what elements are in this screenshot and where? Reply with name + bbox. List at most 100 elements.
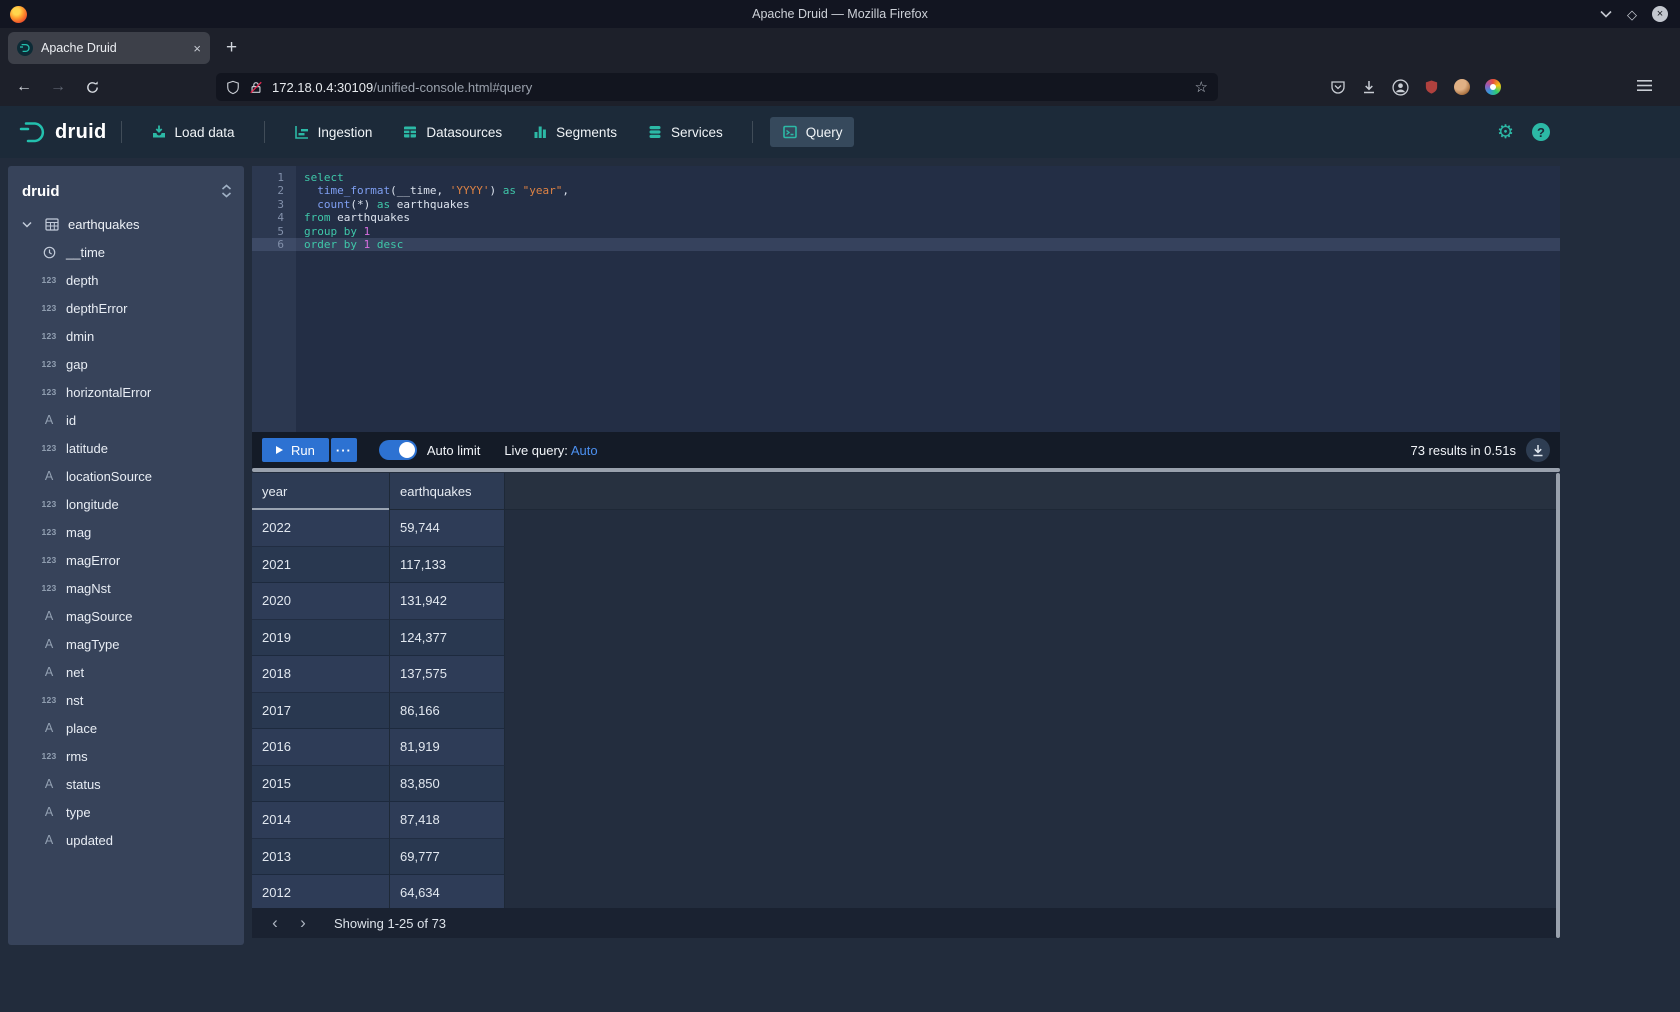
string-column-icon: A: [40, 637, 58, 651]
cell-year[interactable]: 2022: [252, 510, 390, 547]
sidebar-column-rms[interactable]: 123rms: [8, 742, 244, 770]
cell-earthquakes[interactable]: 137,575: [390, 656, 505, 693]
forward-button[interactable]: →: [42, 68, 74, 106]
cell-earthquakes[interactable]: 83,850: [390, 766, 505, 803]
sidebar-column-__time[interactable]: __time: [8, 238, 244, 266]
cell-year[interactable]: 2016: [252, 729, 390, 766]
cell-year[interactable]: 2019: [252, 620, 390, 657]
sidebar-column-magType[interactable]: AmagType: [8, 630, 244, 658]
console-content: druid earthquakes __time123depth123depth…: [0, 158, 1680, 1012]
cell-year[interactable]: 2021: [252, 547, 390, 584]
extension-pinwheel-icon[interactable]: [1485, 79, 1501, 95]
sidebar-datasource-earthquakes[interactable]: earthquakes: [8, 210, 244, 238]
cell-year[interactable]: 2020: [252, 583, 390, 620]
run-more-button[interactable]: ···: [331, 438, 357, 462]
column-header-year[interactable]: year: [252, 473, 390, 509]
sidebar-column-magError[interactable]: 123magError: [8, 546, 244, 574]
settings-gear-icon[interactable]: ⚙: [1497, 123, 1514, 142]
run-button[interactable]: Run: [262, 438, 329, 462]
sidebar-column-depth[interactable]: 123depth: [8, 266, 244, 294]
druid-logo[interactable]: druid: [18, 120, 107, 144]
sidebar-column-status[interactable]: Astatus: [8, 770, 244, 798]
nav-services[interactable]: Services: [635, 117, 735, 147]
sidebar-column-locationSource[interactable]: AlocationSource: [8, 462, 244, 490]
cell-earthquakes[interactable]: 59,744: [390, 510, 505, 547]
nav-label: Query: [806, 125, 843, 140]
sidebar-column-magNst[interactable]: 123magNst: [8, 574, 244, 602]
sidebar-column-updated[interactable]: Aupdated: [8, 826, 244, 854]
previous-page-button[interactable]: ‹: [262, 911, 288, 935]
tab-title: Apache Druid: [41, 41, 117, 55]
new-tab-button[interactable]: +: [226, 37, 237, 59]
window-close-button[interactable]: ×: [1652, 6, 1668, 22]
auto-limit-toggle[interactable]: [379, 440, 417, 460]
ublock-origin-icon[interactable]: [1424, 79, 1439, 95]
next-page-button[interactable]: ›: [290, 911, 316, 935]
cell-earthquakes[interactable]: 117,133: [390, 547, 505, 584]
nav-load-data[interactable]: Load data: [139, 117, 247, 147]
window-maximize-button[interactable]: ◇: [1627, 8, 1637, 21]
nav-datasources[interactable]: Datasources: [390, 117, 514, 147]
nav-segments[interactable]: Segments: [520, 117, 629, 147]
bookmark-star-icon[interactable]: ☆: [1195, 78, 1208, 96]
cell-earthquakes[interactable]: 86,166: [390, 693, 505, 730]
address-bar[interactable]: 172.18.0.4:30109/unified-console.html#qu…: [216, 73, 1218, 101]
cell-earthquakes[interactable]: 81,919: [390, 729, 505, 766]
editor-line-5[interactable]: 5group by 1: [252, 225, 1560, 238]
sidebar-column-place[interactable]: Aplace: [8, 714, 244, 742]
sidebar-column-gap[interactable]: 123gap: [8, 350, 244, 378]
cell-year[interactable]: 2012: [252, 875, 390, 908]
code-text: order by 1 desc: [296, 238, 403, 251]
sql-editor[interactable]: 1select2 time_format(__time, 'YYYY') as …: [252, 166, 1560, 432]
cell-earthquakes[interactable]: 69,777: [390, 839, 505, 876]
window-minimize-button[interactable]: [1600, 10, 1612, 18]
cell-year[interactable]: 2018: [252, 656, 390, 693]
cell-earthquakes[interactable]: 87,418: [390, 802, 505, 839]
insecure-connection-lock-icon[interactable]: [249, 80, 263, 95]
menu-button[interactable]: [1637, 79, 1652, 92]
sidebar-column-magSource[interactable]: AmagSource: [8, 602, 244, 630]
live-query-control[interactable]: Live query: Auto: [504, 443, 597, 458]
cell-earthquakes[interactable]: 131,942: [390, 583, 505, 620]
sidebar-column-id[interactable]: Aid: [8, 406, 244, 434]
scrollbar-thumb[interactable]: [252, 468, 1560, 472]
cell-earthquakes[interactable]: 124,377: [390, 620, 505, 657]
nav-query[interactable]: Query: [770, 117, 855, 147]
help-icon[interactable]: ?: [1532, 123, 1550, 141]
column-header-earthquakes[interactable]: earthquakes: [390, 473, 505, 509]
account-icon[interactable]: [1392, 79, 1409, 96]
sidebar-column-net[interactable]: Anet: [8, 658, 244, 686]
editor-line-2[interactable]: 2 time_format(__time, 'YYYY') as "year",: [252, 184, 1560, 197]
pocket-icon[interactable]: [1330, 79, 1346, 95]
results-vertical-scrollbar[interactable]: [1556, 473, 1560, 938]
tab-close-icon[interactable]: ×: [193, 41, 201, 56]
sidebar-column-nst[interactable]: 123nst: [8, 686, 244, 714]
live-query-value[interactable]: Auto: [571, 443, 598, 458]
cell-year[interactable]: 2013: [252, 839, 390, 876]
editor-line-4[interactable]: 4from earthquakes: [252, 211, 1560, 224]
sidebar-column-depthError[interactable]: 123depthError: [8, 294, 244, 322]
sidebar-column-longitude[interactable]: 123longitude: [8, 490, 244, 518]
header-divider: [264, 121, 265, 143]
sort-columns-icon[interactable]: [221, 184, 232, 198]
editor-line-3[interactable]: 3 count(*) as earthquakes: [252, 198, 1560, 211]
editor-line-6[interactable]: 6order by 1 desc: [252, 238, 1560, 251]
cell-year[interactable]: 2015: [252, 766, 390, 803]
nav-ingestion[interactable]: Ingestion: [282, 117, 385, 147]
sidebar-column-dmin[interactable]: 123dmin: [8, 322, 244, 350]
editor-line-1[interactable]: 1select: [252, 171, 1560, 184]
cell-year[interactable]: 2014: [252, 802, 390, 839]
cell-earthquakes[interactable]: 64,634: [390, 875, 505, 908]
download-results-button[interactable]: [1526, 438, 1550, 462]
back-button[interactable]: ←: [8, 68, 40, 106]
reload-button[interactable]: [76, 68, 108, 106]
downloads-icon[interactable]: [1361, 79, 1377, 95]
extension-avatar-icon[interactable]: [1454, 79, 1470, 95]
browser-tab[interactable]: Apache Druid ×: [8, 32, 210, 64]
sidebar-column-mag[interactable]: 123mag: [8, 518, 244, 546]
sidebar-column-type[interactable]: Atype: [8, 798, 244, 826]
sidebar-column-horizontalError[interactable]: 123horizontalError: [8, 378, 244, 406]
cell-year[interactable]: 2017: [252, 693, 390, 730]
tracking-protection-shield-icon[interactable]: [226, 80, 240, 95]
sidebar-column-latitude[interactable]: 123latitude: [8, 434, 244, 462]
